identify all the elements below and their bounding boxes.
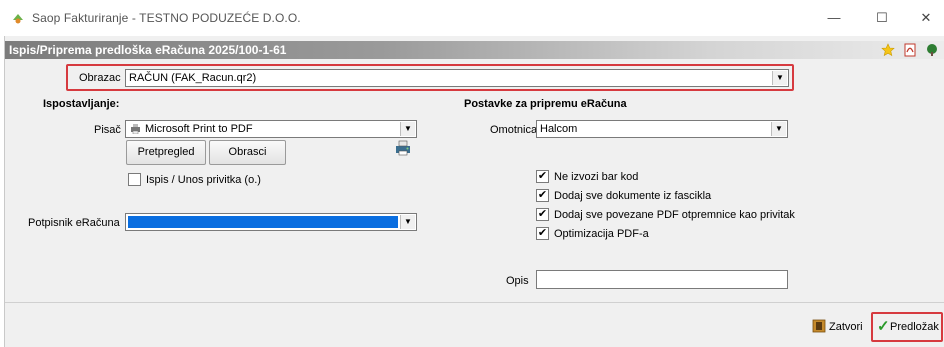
option-checkbox-2[interactable]: ✔ [536, 208, 549, 221]
footer-divider [5, 302, 944, 303]
option-checkbox-3[interactable]: ✔ [536, 227, 549, 240]
potpisnik-select[interactable]: ▼ [125, 213, 417, 231]
obrazac-value: RAČUN (FAK_Racun.qr2) [129, 72, 257, 84]
option-label: Ne izvozi bar kod [554, 171, 639, 183]
maximize-button[interactable]: ☐ [870, 8, 894, 28]
option-label: Dodaj sve povezane PDF otpremnice kao pr… [554, 209, 795, 221]
pisac-select[interactable]: Microsoft Print to PDF ▼ [125, 120, 417, 138]
zatvori-label: Zatvori [829, 321, 863, 333]
pretpregled-button[interactable]: Pretpregled [126, 140, 206, 165]
option-checkbox-1[interactable]: ✔ [536, 189, 549, 202]
obrasci-button[interactable]: Obrasci [209, 140, 286, 165]
tree-settings-icon[interactable] [925, 43, 939, 57]
obrazac-label: Obrazac [79, 72, 121, 84]
chevron-down-icon[interactable]: ▼ [400, 215, 415, 229]
zatvori-button[interactable]: Zatvori [812, 317, 868, 337]
checkmark-icon: ✓ [877, 318, 890, 335]
option-label: Optimizacija PDF-a [554, 228, 649, 240]
star-icon[interactable] [881, 43, 895, 57]
app-icon [13, 14, 23, 24]
omotnica-value: Halcom [540, 123, 578, 135]
window-titlebar: Saop Fakturiranje - TESTNO PODUZEĆE D.O.… [0, 0, 944, 36]
opis-label: Opis [506, 275, 529, 287]
obrazac-select[interactable]: RAČUN (FAK_Racun.qr2) ▼ [125, 69, 789, 87]
pisac-value: Microsoft Print to PDF [145, 123, 253, 135]
dialog-window: Ispis/Priprema predloška eRačuna 2025/10… [4, 36, 944, 347]
dialog-title: Ispis/Priprema predloška eRačuna 2025/10… [9, 43, 287, 57]
printer-icon [131, 124, 140, 134]
minimize-button[interactable]: — [822, 8, 846, 28]
door-close-icon [812, 319, 826, 333]
predlozak-button[interactable]: ✓ Predložak [877, 317, 941, 337]
pdf-document-icon[interactable] [903, 43, 917, 57]
ispostavljanje-heading: Ispostavljanje: [43, 98, 120, 110]
option-checkbox-0[interactable]: ✔ [536, 170, 549, 183]
potpisnik-label: Potpisnik eRačuna [28, 217, 120, 229]
chevron-down-icon[interactable]: ▼ [400, 122, 415, 136]
predlozak-label: Predložak [890, 321, 939, 333]
omotnica-select[interactable]: Halcom ▼ [536, 120, 788, 138]
printer-settings-icon[interactable] [395, 140, 411, 156]
close-button[interactable]: ✕ [914, 8, 938, 28]
ispis-checkbox[interactable] [128, 173, 141, 186]
window-title: Saop Fakturiranje - TESTNO PODUZEĆE D.O.… [32, 11, 301, 25]
option-label: Dodaj sve dokumente iz fascikla [554, 190, 712, 202]
opis-input[interactable] [536, 270, 788, 289]
omotnica-label: Omotnica [490, 124, 538, 136]
ispis-checkbox-label: Ispis / Unos privitka (o.) [146, 174, 261, 186]
pisac-label: Pisač [94, 124, 121, 136]
dialog-header: Ispis/Priprema predloška eRačuna 2025/10… [5, 41, 944, 59]
chevron-down-icon[interactable]: ▼ [772, 71, 787, 85]
chevron-down-icon[interactable]: ▼ [771, 122, 786, 136]
potpisnik-selection [128, 216, 398, 228]
postavke-heading: Postavke za pripremu eRačuna [464, 98, 627, 110]
